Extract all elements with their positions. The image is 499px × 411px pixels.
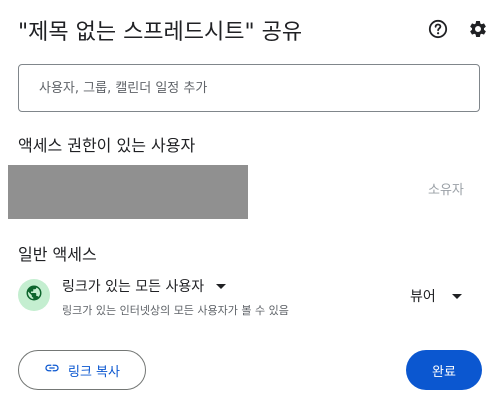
settings-button[interactable] <box>466 19 490 43</box>
globe-icon <box>25 284 43 306</box>
gear-icon <box>468 19 488 43</box>
general-access-dropdown[interactable]: 링크가 있는 모든 사용자 <box>62 276 227 296</box>
owner-role-label: 소유자 <box>428 183 464 198</box>
chevron-down-icon <box>451 293 462 299</box>
done-button[interactable]: 완료 <box>406 350 482 390</box>
people-with-access-heading: 액세스 권한이 있는 사용자 <box>18 136 196 155</box>
dialog-title: "제목 없는 스프레드시트" 공유 <box>18 20 303 45</box>
add-people-field <box>18 64 480 112</box>
chevron-down-icon <box>216 283 227 289</box>
general-access-description: 링크가 있는 인터넷상의 모든 사용자가 볼 수 있음 <box>62 304 289 317</box>
general-access-heading: 일반 액세스 <box>18 245 97 264</box>
general-access-icon-badge <box>18 279 50 311</box>
owner-row-redacted <box>8 165 248 219</box>
link-icon <box>44 360 60 380</box>
general-access-selected: 링크가 있는 모든 사용자 <box>62 279 205 295</box>
help-circle-icon <box>428 19 448 43</box>
copy-link-label: 링크 복사 <box>68 364 120 380</box>
done-label: 완료 <box>432 364 456 380</box>
add-people-input[interactable] <box>19 65 479 111</box>
role-dropdown[interactable]: 뷰어 <box>410 286 462 306</box>
role-selected: 뷰어 <box>410 289 436 305</box>
copy-link-button[interactable]: 링크 복사 <box>18 350 146 390</box>
help-button[interactable] <box>426 19 450 43</box>
